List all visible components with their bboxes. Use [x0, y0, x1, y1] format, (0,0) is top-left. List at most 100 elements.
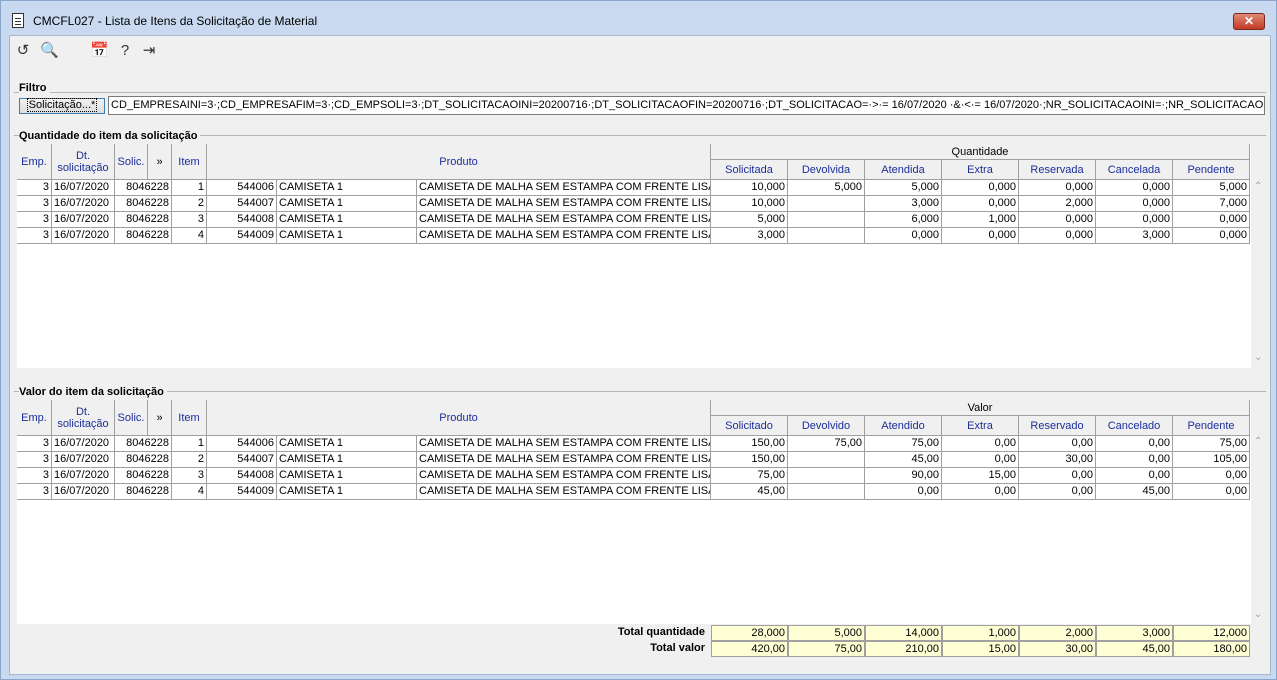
val-col-group-header[interactable]: Valor — [711, 400, 1250, 416]
total-valor-value: 75,00 — [788, 641, 865, 657]
qty-scroll-down-icon[interactable]: ⌄ — [1254, 352, 1262, 363]
cell-value: 0,000 — [1019, 228, 1096, 244]
total-quantidade-value: 2,000 — [1019, 625, 1096, 641]
cell-value — [788, 196, 865, 212]
cell-produto-descricao: CAMISETA DE MALHA SEM ESTAMPA COM FRENTE… — [417, 436, 711, 452]
val-col-devolvido[interactable]: Devolvido — [788, 416, 865, 436]
qty-scroll-up-icon[interactable]: ⌃ — [1254, 181, 1262, 192]
qty-col-cancelada[interactable]: Cancelada — [1096, 160, 1173, 180]
cell-value — [788, 468, 865, 484]
val-col-more-toggle[interactable]: » — [148, 400, 172, 436]
cell-item: 2 — [172, 452, 207, 468]
close-button[interactable]: ✕ — [1233, 13, 1265, 30]
cell-value: 6,000 — [865, 212, 942, 228]
cell-solic: 8046228 — [115, 196, 172, 212]
filter-group-title: Filtro — [19, 82, 50, 94]
cell-produto-descricao: CAMISETA DE MALHA SEM ESTAMPA COM FRENTE… — [417, 180, 711, 196]
cell-value: 0,00 — [942, 452, 1019, 468]
cell-emp: 3 — [17, 452, 52, 468]
qty-col-more-toggle[interactable]: » — [148, 144, 172, 180]
qty-col-devolvida[interactable]: Devolvida — [788, 160, 865, 180]
cell-value: 0,000 — [942, 228, 1019, 244]
cell-emp: 3 — [17, 484, 52, 500]
cell-value — [788, 212, 865, 228]
cell-value: 0,00 — [942, 484, 1019, 500]
total-quantidade-value: 1,000 — [942, 625, 1019, 641]
cell-produto-nome: CAMISETA 1 — [277, 180, 417, 196]
cell-produto-codigo: 544008 — [207, 468, 277, 484]
cell-value: 0,000 — [942, 180, 1019, 196]
cell-produto-descricao: CAMISETA DE MALHA SEM ESTAMPA COM FRENTE… — [417, 468, 711, 484]
qty-col-produto[interactable]: Produto — [207, 144, 711, 180]
qty-col-dt-solicitacao[interactable]: Dt. solicitação — [52, 144, 115, 180]
cell-produto-nome: CAMISETA 1 — [277, 436, 417, 452]
val-col-emp[interactable]: Emp. — [17, 400, 52, 436]
val-col-dt-solicitacao[interactable]: Dt. solicitação — [52, 400, 115, 436]
cell-emp: 3 — [17, 180, 52, 196]
cell-dt-solicitacao: 16/07/2020 — [52, 468, 115, 484]
total-quantidade-value: 5,000 — [788, 625, 865, 641]
val-col-extra[interactable]: Extra — [942, 416, 1019, 436]
cell-value — [788, 228, 865, 244]
window-title: CMCFL027 - Lista de Itens da Solicitação… — [33, 14, 318, 28]
qty-col-item[interactable]: Item — [172, 144, 207, 180]
val-group-border — [14, 391, 1266, 392]
refresh-icon[interactable]: ↺ — [14, 42, 32, 60]
qty-col-reservada[interactable]: Reservada — [1019, 160, 1096, 180]
filter-expression-field[interactable]: CD_EMPRESAINI=3·;CD_EMPRESAFIM=3·;CD_EMP… — [108, 96, 1265, 115]
total-quantidade-value: 14,000 — [865, 625, 942, 641]
solicitacao-filter-button[interactable]: Solicitação...* — [19, 98, 105, 114]
val-section-title: Valor do item da solicitação — [19, 386, 167, 398]
qty-section-title: Quantidade do item da solicitação — [19, 130, 201, 142]
total-valor-value: 180,00 — [1173, 641, 1250, 657]
cell-item: 4 — [172, 228, 207, 244]
val-col-produto[interactable]: Produto — [207, 400, 711, 436]
total-quantidade-label: Total quantidade — [617, 626, 705, 638]
cell-dt-solicitacao: 16/07/2020 — [52, 452, 115, 468]
cell-value: 45,00 — [865, 452, 942, 468]
calendar-icon[interactable]: 📅 — [90, 42, 109, 60]
qty-col-solicitada[interactable]: Solicitada — [711, 160, 788, 180]
qty-grid[interactable]: Emp. Dt. solicitação Solic.» Item Produto Qua… — [17, 144, 1251, 368]
cell-produto-codigo: 544009 — [207, 228, 277, 244]
val-col-item[interactable]: Item — [172, 400, 207, 436]
cell-produto-descricao: CAMISETA DE MALHA SEM ESTAMPA COM FRENTE… — [417, 228, 711, 244]
qty-col-solic[interactable]: Solic. — [115, 144, 148, 180]
total-valor-value: 210,00 — [865, 641, 942, 657]
cell-produto-descricao: CAMISETA DE MALHA SEM ESTAMPA COM FRENTE… — [417, 196, 711, 212]
cell-produto-codigo: 544006 — [207, 436, 277, 452]
cell-value: 0,00 — [1019, 436, 1096, 452]
cell-value: 105,00 — [1173, 452, 1250, 468]
cell-item: 1 — [172, 180, 207, 196]
qty-col-extra[interactable]: Extra — [942, 160, 1019, 180]
val-col-atendido[interactable]: Atendido — [865, 416, 942, 436]
cell-item: 2 — [172, 196, 207, 212]
cell-value: 7,000 — [1173, 196, 1250, 212]
cell-value: 5,000 — [1173, 180, 1250, 196]
exit-icon[interactable]: ⇥ — [140, 42, 158, 60]
qty-col-emp[interactable]: Emp. — [17, 144, 52, 180]
val-col-pendente[interactable]: Pendente — [1173, 416, 1250, 436]
val-col-reservado[interactable]: Reservado — [1019, 416, 1096, 436]
val-grid[interactable]: Emp. Dt. solicitação Solic.» Item Produto Val… — [17, 400, 1251, 624]
val-col-cancelado[interactable]: Cancelado — [1096, 416, 1173, 436]
val-scroll-up-icon[interactable]: ⌃ — [1254, 436, 1262, 447]
cell-produto-descricao: CAMISETA DE MALHA SEM ESTAMPA COM FRENTE… — [417, 212, 711, 228]
total-quantidade-value: 12,000 — [1173, 625, 1250, 641]
val-col-solicitado[interactable]: Solicitado — [711, 416, 788, 436]
filter-group-border — [14, 92, 1266, 93]
qty-col-group-header[interactable]: Quantidade — [711, 144, 1250, 160]
help-icon[interactable]: ? — [116, 42, 134, 60]
cell-dt-solicitacao: 16/07/2020 — [52, 228, 115, 244]
val-col-solic[interactable]: Solic. — [115, 400, 148, 436]
cell-produto-nome: CAMISETA 1 — [277, 228, 417, 244]
search-icon[interactable]: 🔍 — [40, 42, 59, 60]
qty-col-atendida[interactable]: Atendida — [865, 160, 942, 180]
cell-value: 3,000 — [1096, 228, 1173, 244]
toolbar: ↺ 🔍 📅? ⇥ — [10, 36, 1270, 66]
cell-value: 0,00 — [865, 484, 942, 500]
cell-solic: 8046228 — [115, 436, 172, 452]
val-scroll-down-icon[interactable]: ⌄ — [1254, 609, 1262, 620]
cell-value: 0,000 — [942, 196, 1019, 212]
qty-col-pendente[interactable]: Pendente — [1173, 160, 1250, 180]
